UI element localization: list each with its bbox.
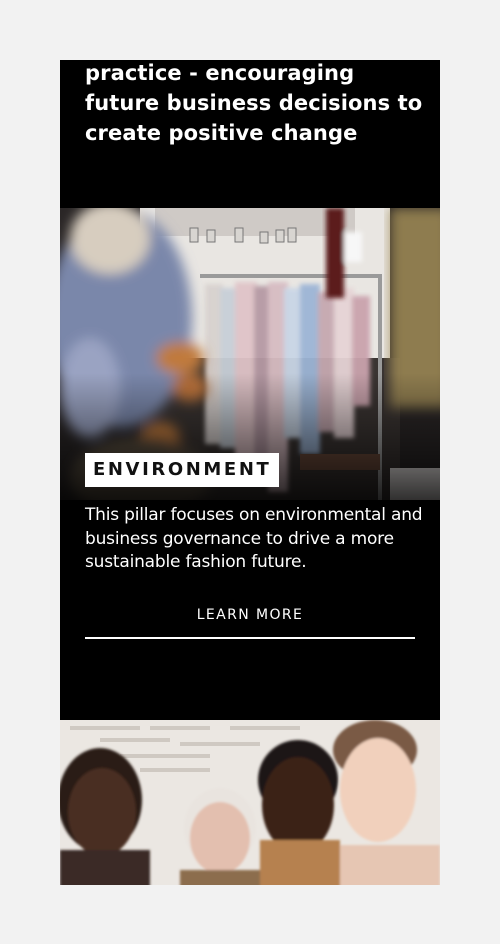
content-frame: practice - encouraging future business d… <box>60 60 440 885</box>
learn-more-link[interactable]: LEARN MORE <box>85 595 415 639</box>
group-portrait-photo <box>60 720 440 885</box>
pillar-description: This pillar focuses on environmental and… <box>85 505 423 572</box>
intro-text: practice - encouraging future business d… <box>85 61 423 145</box>
pillar-tag: ENVIRONMENT <box>85 453 280 487</box>
intro-block: practice - encouraging future business d… <box>60 60 440 208</box>
